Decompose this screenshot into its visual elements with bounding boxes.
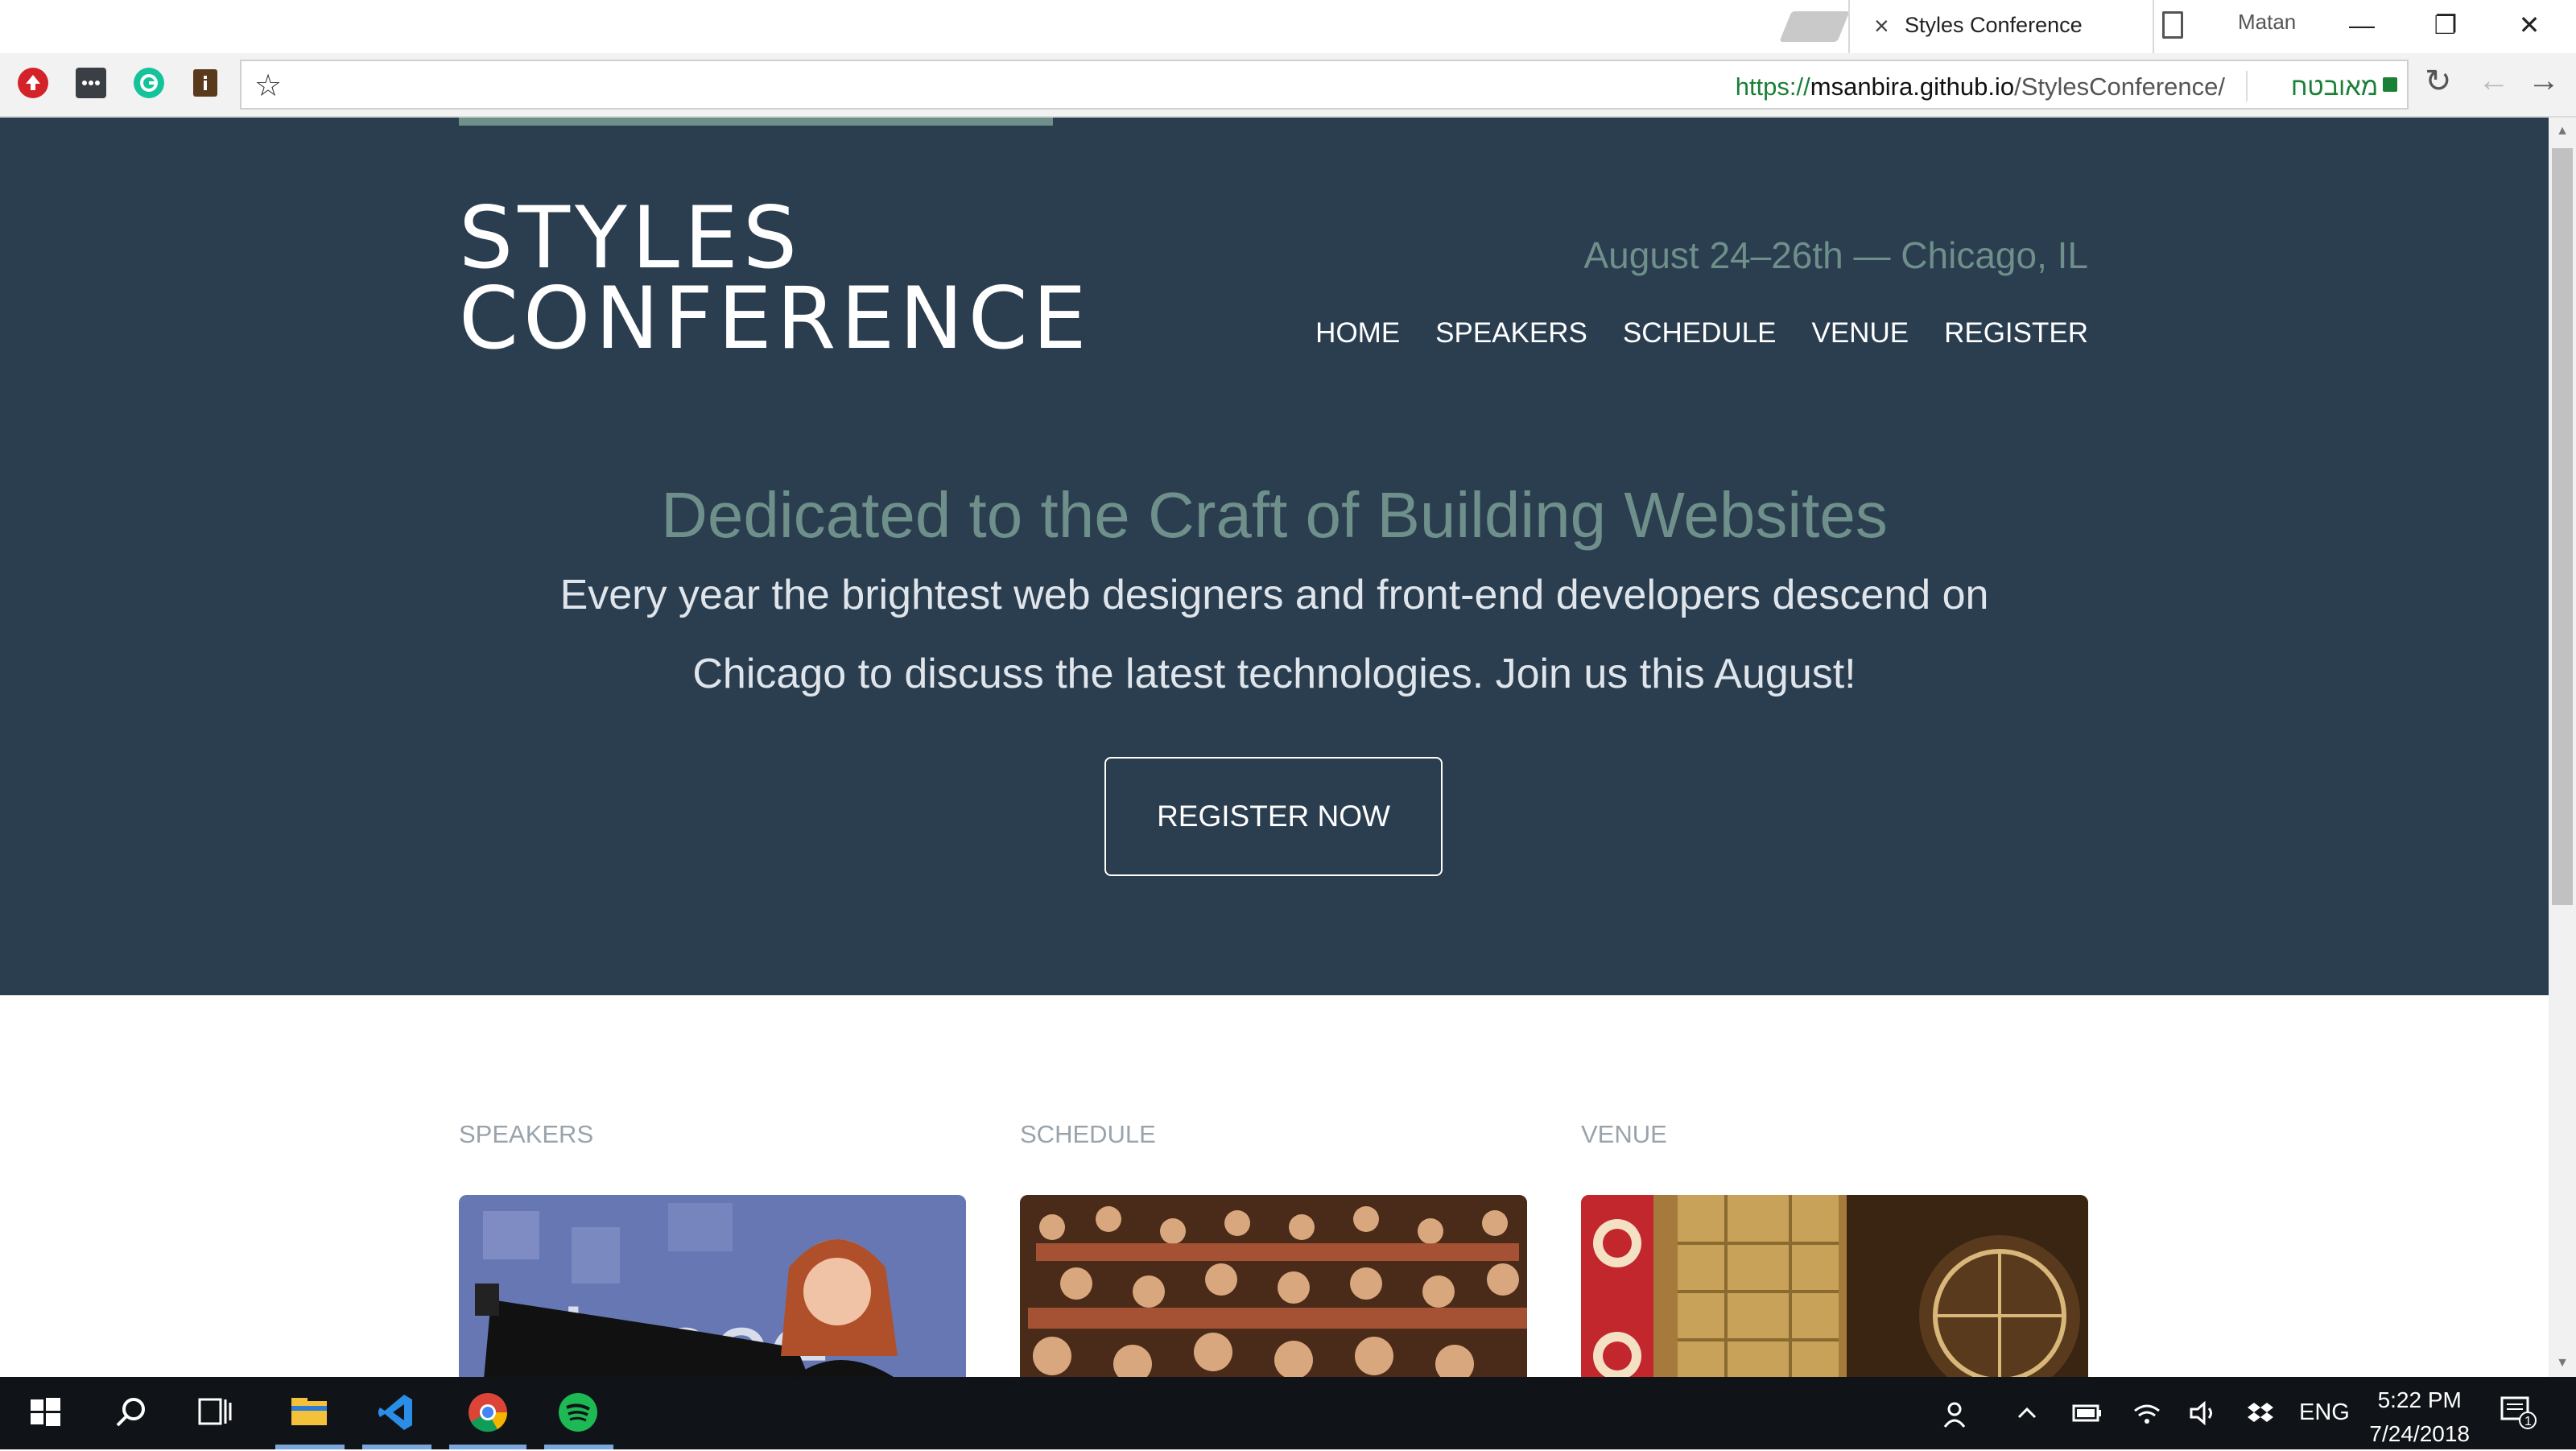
wifi-icon[interactable] bbox=[2132, 1399, 2162, 1433]
schedule-image[interactable] bbox=[1020, 1195, 1527, 1377]
browser-toolbar: ☆ https://msanbira.github.io/StylesConfe… bbox=[0, 53, 2576, 118]
new-tab-button[interactable] bbox=[1779, 11, 1850, 42]
bookmark-star-icon[interactable]: ☆ bbox=[254, 68, 282, 104]
nav-register[interactable]: REGISTER bbox=[1944, 317, 2088, 349]
hero-title: Dedicated to the Craft of Building Websi… bbox=[661, 479, 1888, 551]
battery-icon[interactable] bbox=[2070, 1399, 2103, 1432]
nav-schedule[interactable]: SCHEDULE bbox=[1623, 317, 1777, 349]
url-path: /StylesConference/ bbox=[2014, 72, 2225, 101]
chrome-indicator bbox=[449, 1445, 526, 1449]
speakers-image[interactable]: dance bbox=[459, 1195, 966, 1377]
accent-bar bbox=[459, 118, 1053, 126]
chevron-up-icon[interactable] bbox=[2014, 1399, 2040, 1432]
feature-label-speakers[interactable]: SPEAKERS bbox=[459, 1120, 593, 1149]
nav-home[interactable]: HOME bbox=[1315, 317, 1400, 349]
spotify-icon[interactable] bbox=[555, 1390, 601, 1435]
site-logo[interactable]: STYLES CONFERENCE bbox=[459, 188, 1092, 368]
main-nav: HOME SPEAKERS SCHEDULE VENUE REGISTER bbox=[1315, 317, 2088, 349]
grammarly-icon[interactable] bbox=[134, 68, 164, 98]
venue-image[interactable] bbox=[1581, 1195, 2088, 1377]
hero-text: Every year the brightest web designers a… bbox=[559, 572, 1989, 697]
secure-label[interactable]: מאובטח bbox=[2291, 72, 2378, 101]
language-indicator[interactable]: ENG bbox=[2299, 1399, 2350, 1426]
vscode-indicator bbox=[362, 1445, 431, 1449]
page-viewport: STYLES CONFERENCE August 24–26th — Chica… bbox=[0, 118, 2549, 1377]
event-date: August 24–26th — Chicago, IL bbox=[1583, 234, 2088, 276]
url-text[interactable]: https://msanbira.github.io/StylesConfere… bbox=[1736, 72, 2225, 101]
people-icon[interactable] bbox=[1938, 1399, 1967, 1435]
logo-line-1: STYLES bbox=[459, 188, 803, 287]
dots-extension-icon[interactable] bbox=[76, 68, 106, 98]
restore-button[interactable]: ❐ bbox=[2421, 5, 2470, 45]
document-icon bbox=[2162, 11, 2183, 39]
tab-title: Styles Conference bbox=[1905, 13, 2083, 37]
hero-section: STYLES CONFERENCE August 24–26th — Chica… bbox=[0, 118, 2549, 995]
back-icon[interactable]: ← bbox=[2478, 63, 2510, 99]
reload-icon[interactable]: ↻ bbox=[2425, 63, 2452, 100]
address-separator bbox=[2246, 71, 2248, 101]
forward-icon[interactable]: → bbox=[2528, 63, 2560, 99]
tab-strip: × Styles Conference Matan — ❐ ✕ bbox=[0, 0, 2576, 53]
address-bar[interactable]: ☆ https://msanbira.github.io/StylesConfe… bbox=[240, 60, 2409, 110]
dropbox-icon[interactable] bbox=[2246, 1399, 2275, 1433]
nav-venue[interactable]: VENUE bbox=[1811, 317, 1909, 349]
volume-icon[interactable] bbox=[2188, 1399, 2220, 1433]
file-explorer-icon[interactable] bbox=[287, 1390, 332, 1435]
profile-name[interactable]: Matan bbox=[2238, 10, 2296, 35]
feature-label-schedule[interactable]: SCHEDULE bbox=[1020, 1120, 1156, 1149]
close-window-button[interactable]: ✕ bbox=[2505, 5, 2553, 45]
info-extension-icon[interactable] bbox=[193, 69, 217, 97]
scroll-down-icon[interactable]: ▼ bbox=[2553, 1356, 2571, 1370]
nav-speakers[interactable]: SPEAKERS bbox=[1435, 317, 1587, 349]
tab-styles-conference[interactable]: × Styles Conference bbox=[1848, 0, 2154, 53]
windows-start-icon[interactable] bbox=[23, 1390, 68, 1435]
notification-count: 1 bbox=[2524, 1415, 2532, 1428]
clock-time: 5:22 PM bbox=[2377, 1387, 2462, 1412]
lock-icon[interactable] bbox=[2383, 77, 2397, 92]
logo-line-2: CONFERENCE bbox=[459, 269, 1092, 368]
chrome-icon[interactable] bbox=[465, 1390, 510, 1435]
minimize-button[interactable]: — bbox=[2338, 5, 2386, 45]
page-scrollbar[interactable]: ▲ ▼ bbox=[2549, 118, 2576, 1377]
url-host: msanbira.github.io bbox=[1810, 72, 2015, 101]
scroll-up-icon[interactable]: ▲ bbox=[2553, 124, 2571, 138]
feature-label-venue[interactable]: VENUE bbox=[1581, 1120, 1667, 1149]
file-explorer-indicator bbox=[275, 1445, 345, 1449]
scrollbar-thumb[interactable] bbox=[2552, 148, 2573, 905]
register-now-button[interactable]: REGISTER NOW bbox=[1104, 757, 1443, 876]
upload-extension-icon[interactable] bbox=[18, 68, 48, 98]
task-view-icon[interactable] bbox=[193, 1390, 238, 1435]
vscode-icon[interactable] bbox=[374, 1390, 419, 1435]
action-center-icon[interactable]: 1 bbox=[2499, 1395, 2537, 1437]
url-protocol: https:// bbox=[1735, 72, 1810, 101]
windows-taskbar: ENG 5:22 PM 7/24/2018 1 bbox=[0, 1377, 2576, 1449]
search-icon[interactable] bbox=[108, 1390, 153, 1435]
system-clock[interactable]: 5:22 PM 7/24/2018 bbox=[2369, 1383, 2470, 1451]
tab-close-icon[interactable]: × bbox=[1874, 11, 1889, 41]
spotify-indicator bbox=[544, 1445, 613, 1449]
clock-date: 7/24/2018 bbox=[2369, 1421, 2470, 1446]
